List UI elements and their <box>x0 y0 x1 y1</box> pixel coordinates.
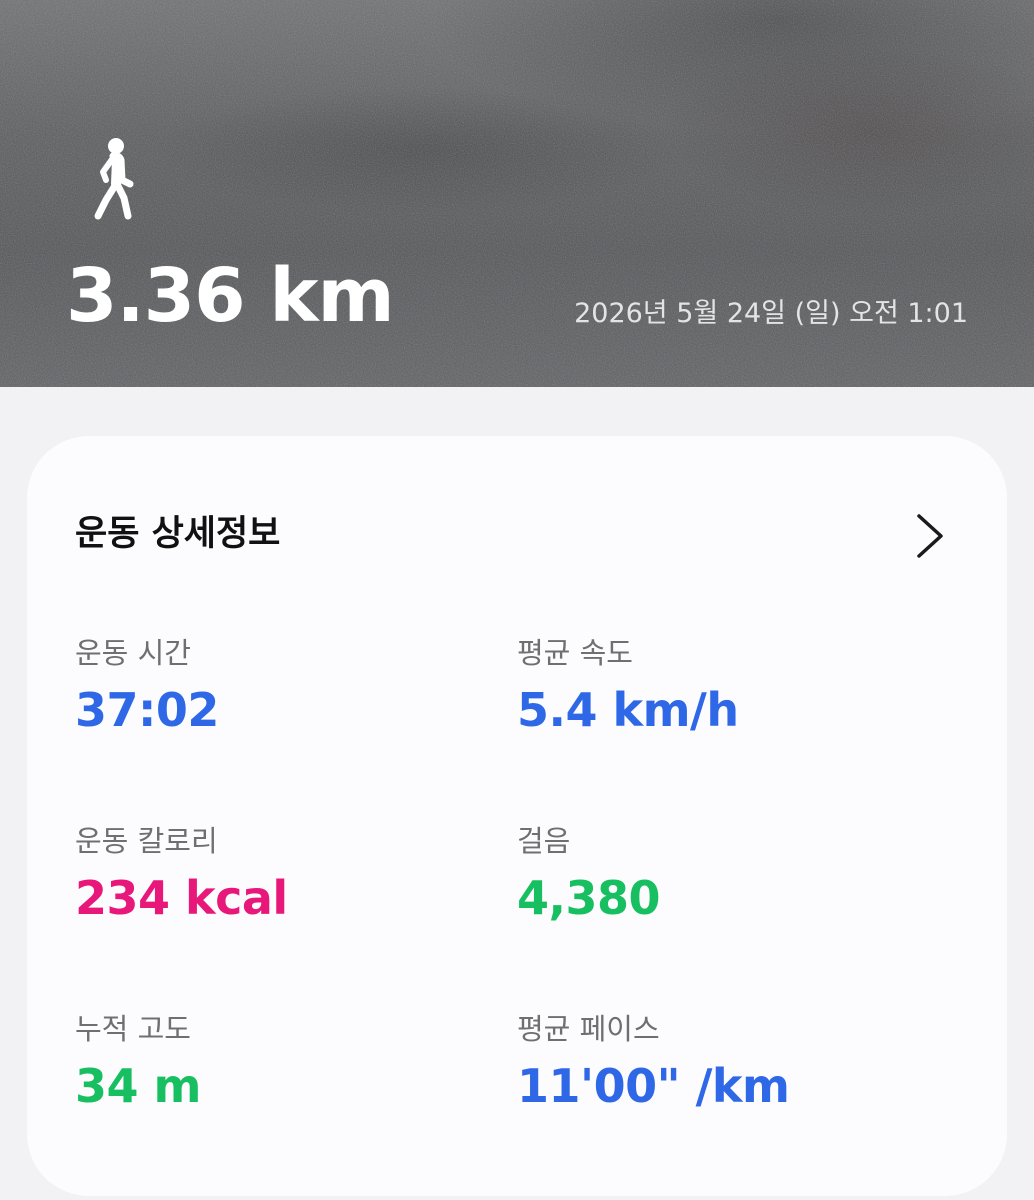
stat-value: 5.4 km/h <box>517 683 739 737</box>
stat-elevation-gain: 누적 고도 34 m <box>75 1010 495 1114</box>
stat-value: 34 m <box>75 1059 201 1113</box>
stat-value: 37:02 <box>75 683 219 737</box>
walk-icon <box>94 138 134 220</box>
stat-label: 운동 칼로리 <box>75 824 218 858</box>
stat-steps: 걸음 4,380 <box>517 822 937 926</box>
distance-value: 3.36 km <box>66 253 395 339</box>
workout-details-card[interactable]: 운동 상세정보 운동 시간 37:02 평균 속도 5.4 km/h 운동 칼로… <box>27 436 1007 1196</box>
stat-label: 운동 시간 <box>75 636 191 670</box>
stat-value: 4,380 <box>517 871 661 925</box>
stat-calories: 운동 칼로리 234 kcal <box>75 822 495 926</box>
stat-average-speed: 평균 속도 5.4 km/h <box>517 634 937 738</box>
stat-label: 평균 페이스 <box>517 1012 660 1046</box>
card-title: 운동 상세정보 <box>75 514 281 554</box>
stat-average-pace: 평균 페이스 11'00" /km <box>517 1010 937 1114</box>
stat-label: 평균 속도 <box>517 636 633 670</box>
stat-value: 234 kcal <box>75 871 288 925</box>
workout-datetime: 2026년 5월 24일 (일) 오전 1:01 <box>574 298 968 329</box>
chevron-right-icon[interactable] <box>911 512 951 560</box>
stat-exercise-time: 운동 시간 37:02 <box>75 634 495 738</box>
stat-value: 11'00" /km <box>517 1059 790 1113</box>
stat-label: 누적 고도 <box>75 1012 191 1046</box>
stat-label: 걸음 <box>517 824 571 858</box>
header-background: 3.36 km 2026년 5월 24일 (일) 오전 1:01 <box>0 0 1034 387</box>
